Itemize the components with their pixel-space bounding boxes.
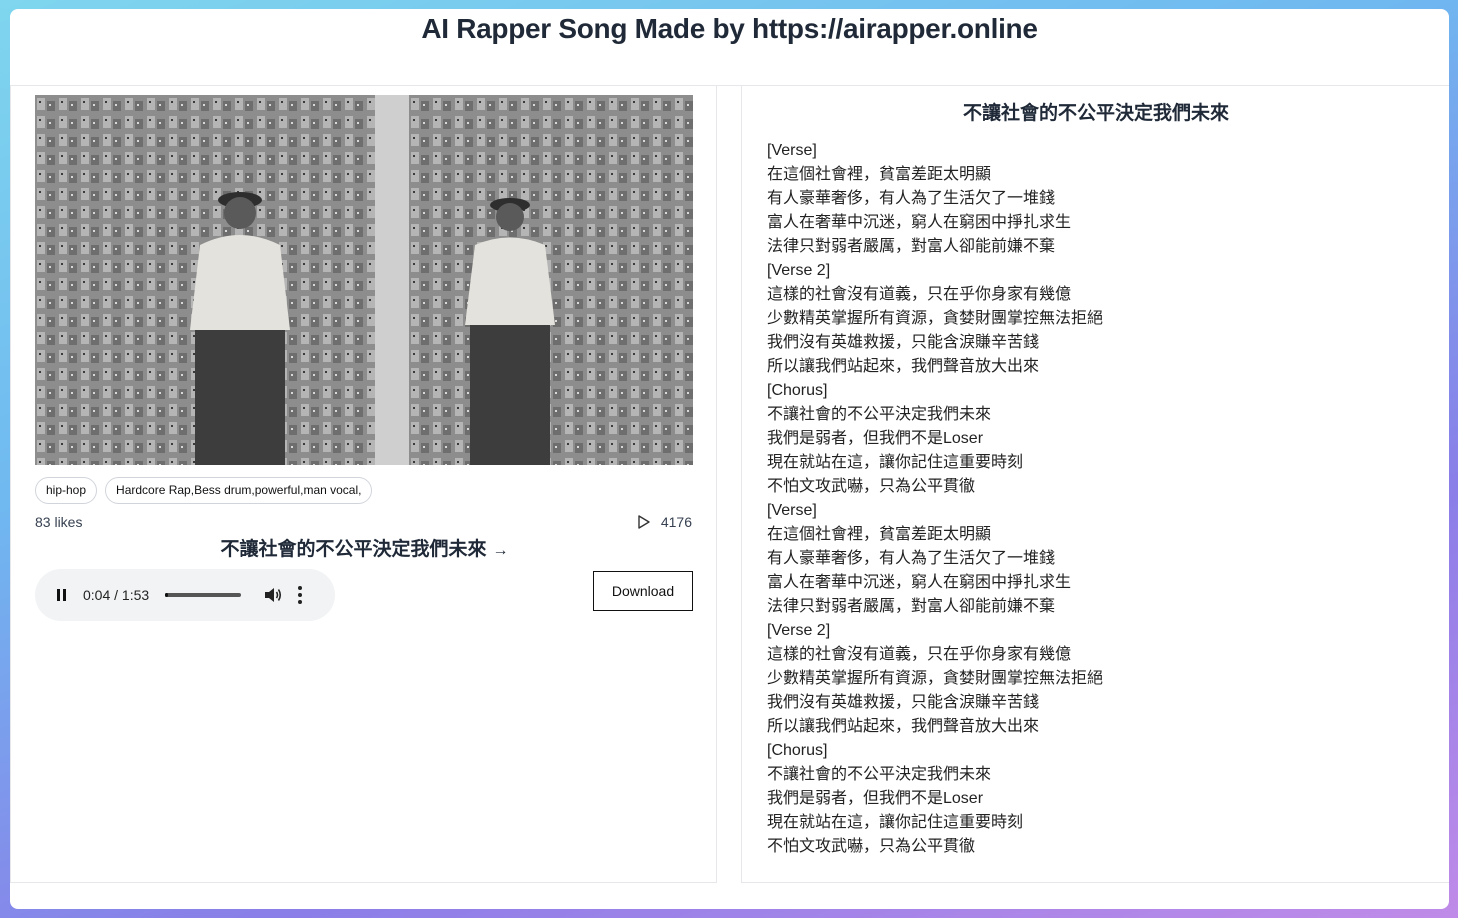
arrow-right-icon: → bbox=[492, 542, 509, 559]
play-count: 4176 bbox=[637, 514, 692, 530]
lyric-line: 我們沒有英雄救援，只能含淚賺辛苦錢 bbox=[767, 694, 1040, 711]
lyric-line: 這樣的社會沒有道義，只在乎你身家有幾億 bbox=[767, 286, 1072, 303]
lyric-line: 在這個社會裡，貧富差距太明顯 bbox=[767, 526, 992, 543]
lyric-line: 有人豪華奢侈，有人為了生活欠了一堆錢 bbox=[767, 190, 1056, 207]
seek-progress-fill bbox=[165, 593, 168, 597]
song-title-text: 不讓社會的不公平決定我們未來 bbox=[220, 539, 487, 560]
lyric-line: 法律只對弱者嚴厲，對富人卻能前嫌不棄 bbox=[767, 238, 1056, 255]
likes-count: 83 likes bbox=[35, 514, 83, 530]
lyric-line: [Verse 2] bbox=[767, 262, 831, 279]
style-tag[interactable]: Hardcore Rap,Bess drum,powerful,man voca… bbox=[105, 477, 373, 504]
pause-button[interactable] bbox=[47, 581, 75, 609]
current-time: 0:04 bbox=[83, 587, 111, 603]
lyric-line: 所以讓我們站起來，我們聲音放大出來 bbox=[767, 358, 1040, 375]
lyric-line: [Verse] bbox=[767, 502, 817, 519]
lyric-line: 我們沒有英雄救援，只能含淚賺辛苦錢 bbox=[767, 334, 1040, 351]
lyric-line: 不讓社會的不公平決定我們未來 bbox=[767, 406, 992, 423]
page-title: AI Rapper Song Made by https://airapper.… bbox=[10, 9, 1449, 86]
lyric-line: 這樣的社會沒有道義，只在乎你身家有幾億 bbox=[767, 646, 1072, 663]
lyric-line: 現在就站在這，讓你記住這重要時刻 bbox=[767, 814, 1024, 831]
lyric-line: 所以讓我們站起來，我們聲音放大出來 bbox=[767, 718, 1040, 735]
song-title-link[interactable]: 不讓社會的不公平決定我們未來 → bbox=[11, 534, 718, 561]
volume-icon[interactable] bbox=[263, 585, 283, 605]
download-button[interactable]: Download bbox=[593, 571, 693, 611]
lyric-line: 我們是弱者，但我們不是Loser bbox=[767, 430, 984, 447]
lyrics-card: 不讓社會的不公平決定我們未來 [Verse] 在這個社會裡，貧富差距太明顯 有人豪華… bbox=[741, 85, 1449, 883]
seek-slider[interactable] bbox=[165, 593, 242, 597]
time-separator: / bbox=[114, 587, 119, 603]
pause-icon-bar bbox=[62, 589, 66, 601]
song-card: hip-hop Hardcore Rap,Bess drum,powerful,… bbox=[10, 85, 717, 883]
duration: 1:53 bbox=[121, 587, 150, 603]
lyric-line: 不讓社會的不公平決定我們未來 bbox=[767, 766, 992, 783]
album-cover-image bbox=[35, 95, 693, 465]
lyric-line: [Verse 2] bbox=[767, 622, 831, 639]
lyric-line: 少數精英掌握所有資源，貪婪財團掌控無法拒絕 bbox=[767, 310, 1104, 327]
lyrics-title: 不讓社會的不公平決定我們未來 bbox=[962, 103, 1229, 124]
lyric-line: [Chorus] bbox=[767, 382, 828, 399]
lyric-line: 法律只對弱者嚴厲，對富人卻能前嫌不棄 bbox=[767, 598, 1056, 615]
lyric-line: 富人在奢華中沉迷，窮人在窮困中掙扎求生 bbox=[767, 574, 1072, 591]
audio-player: 0:04 / 1:53 bbox=[35, 569, 335, 621]
lyric-line: 在這個社會裡，貧富差距太明顯 bbox=[767, 166, 992, 183]
more-options-icon[interactable] bbox=[297, 586, 303, 604]
genre-tag[interactable]: hip-hop bbox=[35, 477, 98, 504]
pause-icon-bar bbox=[56, 589, 60, 601]
lyric-line: 有人豪華奢侈，有人為了生活欠了一堆錢 bbox=[767, 550, 1056, 567]
lyric-line: 不怕文攻武嚇，只為公平貫徹 bbox=[767, 478, 976, 495]
page-container: AI Rapper Song Made by https://airapper.… bbox=[10, 9, 1449, 909]
lyric-line: 少數精英掌握所有資源，貪婪財團掌控無法拒絕 bbox=[767, 670, 1104, 687]
lyric-line: [Chorus] bbox=[767, 742, 828, 759]
lyric-line: 不怕文攻武嚇，只為公平貫徹 bbox=[767, 838, 976, 855]
play-icon bbox=[638, 515, 650, 529]
tag-list: hip-hop Hardcore Rap,Bess drum,powerful,… bbox=[35, 477, 373, 504]
play-count-value: 4176 bbox=[660, 514, 692, 530]
lyrics-list: [Verse] 在這個社會裡，貧富差距太明顯 有人豪華奢侈，有人為了生活欠了一堆錢富… bbox=[767, 139, 1103, 859]
lyric-line: 我們是弱者，但我們不是Loser bbox=[767, 790, 984, 807]
lyric-line: [Verse] bbox=[767, 142, 817, 159]
lyric-line: 富人在奢華中沉迷，窮人在窮困中掙扎求生 bbox=[767, 214, 1072, 231]
lyric-line: 現在就站在這，讓你記住這重要時刻 bbox=[767, 454, 1024, 471]
time-display: 0:04 / 1:53 bbox=[83, 587, 149, 603]
